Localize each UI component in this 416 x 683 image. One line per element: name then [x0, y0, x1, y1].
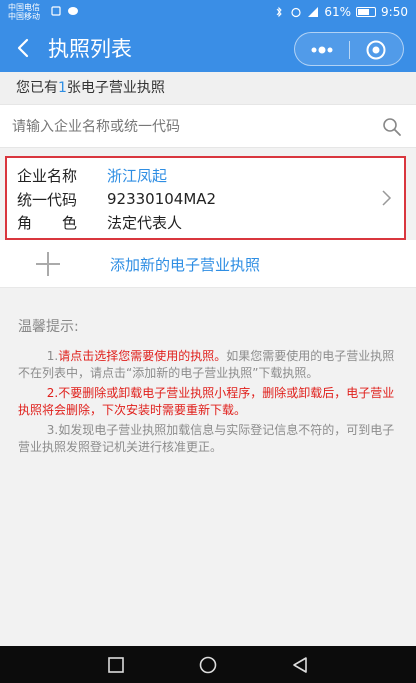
- notification-icon: [51, 6, 61, 16]
- carrier-info: 中国电信 中国移动: [8, 3, 40, 21]
- tip-1: 1.请点击选择您需要使用的执照。如果您需要使用的电子营业执照不在列表中，请点击“…: [18, 348, 398, 382]
- unified-code-row: 统一代码 92330104MA2: [17, 188, 216, 210]
- unified-code-label: 统一代码: [17, 190, 78, 209]
- nav-header: 执照列表: [0, 26, 416, 72]
- target-circle-icon[interactable]: [365, 39, 387, 61]
- battery-icon: [356, 7, 377, 17]
- license-count-text: 您已有1张电子营业执照: [0, 72, 416, 104]
- tip-1-emphasis: 请点击选择您需要使用的执照。: [58, 349, 227, 363]
- status-right: 61% 9:50: [273, 5, 408, 19]
- bluetooth-icon: [276, 6, 283, 18]
- system-nav-bar: [0, 646, 416, 683]
- carrier-line-1: 中国电信: [8, 3, 40, 12]
- chat-bubble-icon: [68, 7, 78, 15]
- tip-1-number: 1.: [46, 349, 59, 363]
- status-bar: 中国电信 中国移动 61% 9:50: [0, 0, 416, 26]
- license-card[interactable]: 企业名称 浙江凤起 统一代码 92330104MA2 角 色 法定代表人: [5, 156, 406, 240]
- search-icon[interactable]: [382, 117, 402, 137]
- role-value: 法定代表人: [107, 213, 183, 232]
- page-title: 执照列表: [48, 37, 132, 61]
- battery-percent: 61%: [324, 5, 352, 19]
- company-name-label: 企业名称: [17, 166, 78, 185]
- chevron-right-icon: [382, 190, 392, 206]
- mini-program-capsule: [294, 32, 404, 66]
- unified-code-value: 92330104MA2: [107, 190, 217, 208]
- plus-icon: [36, 252, 60, 276]
- signal-icon: [308, 7, 319, 17]
- role-row: 角 色 法定代表人: [17, 211, 182, 233]
- search-input[interactable]: [12, 113, 372, 141]
- count-number: 1: [58, 80, 67, 96]
- company-name-value: 浙江凤起: [107, 166, 168, 185]
- clock: 9:50: [381, 5, 408, 19]
- count-suffix: 张电子营业执照: [66, 80, 165, 96]
- capsule-divider: [349, 41, 350, 59]
- recents-square-icon[interactable]: [106, 655, 126, 675]
- back-triangle-icon[interactable]: [290, 655, 310, 675]
- back-arrow-icon[interactable]: [12, 36, 36, 60]
- carrier-line-2: 中国移动: [8, 12, 40, 21]
- company-name-row: 企业名称 浙江凤起: [17, 164, 167, 186]
- tip-2: 2.不要删除或卸载电子营业执照小程序，删除或卸载后，电子营业执照将会删除，下次安…: [18, 386, 395, 417]
- add-license-row[interactable]: 添加新的电子营业执照: [0, 240, 416, 288]
- home-circle-icon[interactable]: [198, 655, 218, 675]
- tips-title: 温馨提示:: [18, 319, 79, 335]
- tip-3: 3.如发现电子营业执照加载信息与实际登记信息不符的，可到电子营业执照发照登记机关…: [18, 423, 395, 454]
- more-dots-icon[interactable]: [307, 42, 337, 58]
- notification-icons: [50, 5, 79, 17]
- add-license-link[interactable]: 添加新的电子营业执照: [110, 254, 260, 275]
- tips-section: 温馨提示: 1.请点击选择您需要使用的执照。如果您需要使用的电子营业执照不在列表…: [18, 316, 398, 459]
- alarm-icon: [291, 7, 301, 18]
- role-label: 角 色: [17, 213, 78, 232]
- count-prefix: 您已有: [16, 80, 58, 96]
- search-bar: [0, 104, 416, 148]
